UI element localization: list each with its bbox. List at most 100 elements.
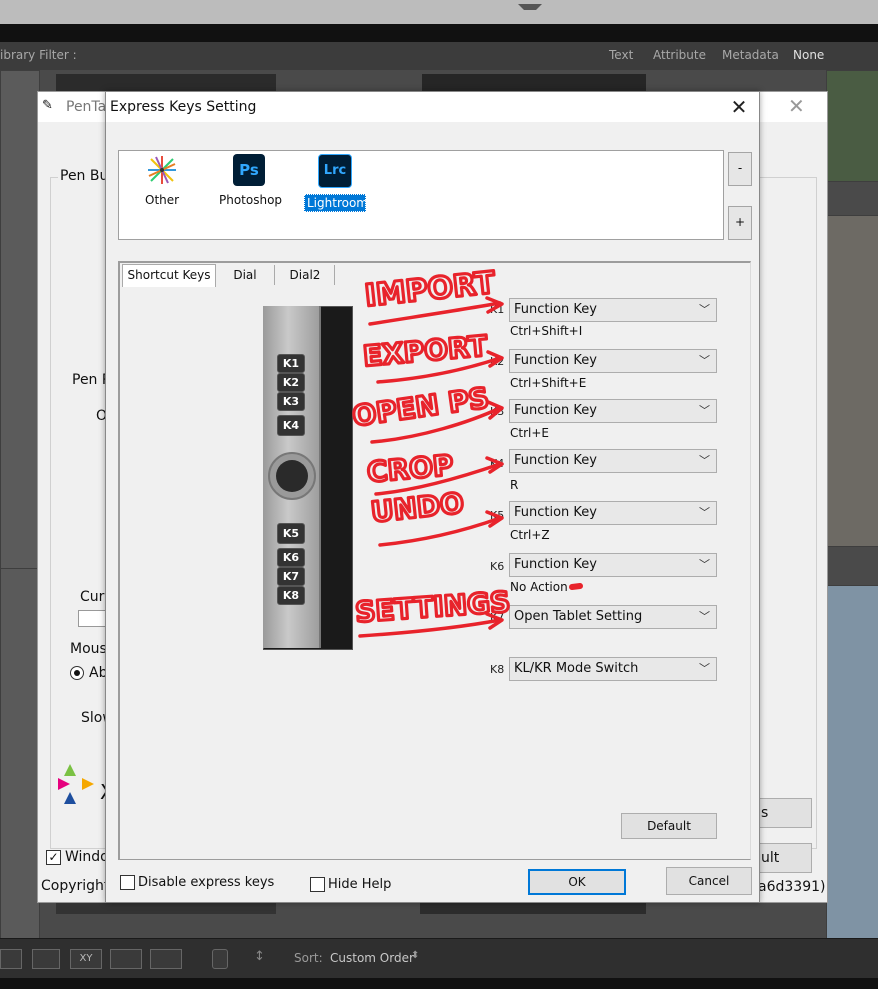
- collapse-arrow-icon[interactable]: [518, 4, 542, 10]
- device-key-k7: K7: [277, 567, 305, 586]
- pentablet-title: PenTal: [66, 99, 111, 115]
- photoshop-icon: Ps: [233, 154, 265, 186]
- lightroom-icon: Lrc: [318, 154, 352, 188]
- device-key-k6: K6: [277, 548, 305, 567]
- express-keys-dialog: Express Keys Setting ✕ Other Ps Photosho…: [105, 91, 760, 903]
- photo-thumbnail[interactable]: [826, 70, 878, 182]
- k1-shortcut: Ctrl+Shift+I: [510, 324, 583, 338]
- tab-dial2[interactable]: Dial2: [276, 265, 335, 285]
- disable-express-keys-label: Disable express keys: [138, 875, 275, 890]
- hide-help-label: Hide Help: [328, 877, 392, 892]
- photo-thumbnail[interactable]: [826, 215, 878, 547]
- grid-view-icon[interactable]: [0, 949, 22, 969]
- remove-app-button[interactable]: -: [728, 152, 752, 186]
- xppen-logo-icon: [58, 764, 94, 804]
- k4-shortcut: R: [510, 478, 519, 492]
- cancel-button[interactable]: Cancel: [666, 867, 752, 895]
- sort-chevron-icon[interactable]: ⬍: [411, 950, 419, 961]
- device-key-k5: K5: [277, 523, 305, 544]
- app-item-other[interactable]: Other: [143, 154, 181, 208]
- spray-can-icon[interactable]: [212, 949, 228, 969]
- current-input[interactable]: [78, 610, 108, 627]
- sort-direction-icon[interactable]: ↕: [254, 949, 265, 964]
- k5-shortcut: Ctrl+Z: [510, 528, 550, 542]
- tablet-device-image: K1 K2 K3 K4 K5 K6 K7 K8: [263, 306, 353, 650]
- app-item-lightroom[interactable]: Lrc Lightroom: [304, 154, 368, 212]
- pentablet-close-icon[interactable]: ✕: [788, 94, 805, 118]
- k3-action-select[interactable]: Function Key ﹀: [509, 399, 717, 423]
- ok-button[interactable]: OK: [528, 869, 626, 895]
- k6-shortcut: No Action: [510, 580, 568, 594]
- windows-ink-label: Windo: [65, 849, 109, 865]
- chevron-down-icon: ﹀: [699, 558, 710, 571]
- device-key-k1: K1: [277, 354, 305, 373]
- k4-action-select[interactable]: Function Key ﹀: [509, 449, 717, 473]
- sort-label: Sort:: [294, 951, 323, 965]
- key-label-k1: K1: [490, 303, 505, 316]
- library-filter-label: ibrary Filter :: [0, 48, 77, 62]
- filter-tab-text[interactable]: Text: [609, 48, 633, 62]
- loupe-view-icon[interactable]: [32, 949, 60, 969]
- pentablet-default-button[interactable]: ult: [758, 843, 812, 873]
- filter-tab-attribute[interactable]: Attribute: [653, 48, 706, 62]
- compare-view-icon[interactable]: XY: [70, 949, 102, 969]
- key-label-k6: K6: [490, 560, 505, 573]
- chevron-down-icon: ﹀: [699, 303, 710, 316]
- device-key-k2: K2: [277, 373, 305, 392]
- chevron-down-icon: ﹀: [699, 404, 710, 417]
- k5-action-select[interactable]: Function Key ﹀: [509, 501, 717, 525]
- lightroom-toolbar: XY ↕ Sort: Custom Order ⬍: [0, 938, 878, 979]
- k2-action-select[interactable]: Function Key ﹀: [509, 349, 717, 373]
- app-label-selected: Lightroom: [304, 194, 368, 212]
- tab-shortcut-keys[interactable]: Shortcut Keys: [122, 264, 216, 287]
- hide-help-checkbox[interactable]: [310, 877, 325, 892]
- app-label: Other: [145, 193, 180, 207]
- application-list: Other Ps Photoshop Lrc Lightroom: [118, 150, 724, 240]
- express-keys-settings-button[interactable]: s Settin: [758, 798, 812, 828]
- filter-tab-none[interactable]: None: [793, 48, 824, 62]
- k1-action-select[interactable]: Function Key ﹀: [509, 298, 717, 322]
- device-key-k8: K8: [277, 586, 305, 605]
- tab-dial[interactable]: Dial: [216, 265, 275, 285]
- lightroom-module-bar: [0, 24, 878, 42]
- mouse-mode-label: Mous: [70, 641, 107, 657]
- sort-select[interactable]: Custom Order: [330, 951, 414, 965]
- absolute-radio[interactable]: [70, 666, 84, 680]
- people-view-icon[interactable]: [150, 949, 182, 969]
- filmstrip-strip: [0, 978, 878, 989]
- device-key-k4: K4: [277, 415, 305, 436]
- k7-action-select[interactable]: Open Tablet Setting ﹀: [509, 605, 717, 629]
- add-app-button[interactable]: +: [728, 206, 752, 240]
- library-filter-bar: ibrary Filter : Text Attribute Metadata …: [0, 42, 878, 71]
- photo-thumbnail[interactable]: [826, 585, 878, 942]
- key-label-k8: K8: [490, 663, 505, 676]
- k3-shortcut: Ctrl+E: [510, 426, 549, 440]
- app-item-photoshop[interactable]: Ps Photoshop: [217, 154, 283, 208]
- chevron-down-icon: ﹀: [699, 662, 710, 675]
- key-label-k5: K5: [490, 509, 505, 522]
- k6-action-select[interactable]: Function Key ﹀: [509, 553, 717, 577]
- windows-ink-checkbox[interactable]: ✓: [46, 850, 61, 865]
- key-label-k2: K2: [490, 355, 505, 368]
- dialog-title: Express Keys Setting: [110, 99, 257, 115]
- filter-tab-metadata[interactable]: Metadata: [722, 48, 779, 62]
- chevron-down-icon: ﹀: [699, 506, 710, 519]
- chevron-down-icon: ﹀: [699, 610, 710, 623]
- key-label-k7: K7: [490, 611, 505, 624]
- grid-cell[interactable]: [0, 70, 40, 572]
- survey-view-icon[interactable]: [110, 949, 142, 969]
- lightroom-top-gap: [0, 0, 878, 24]
- disable-express-keys-checkbox[interactable]: [120, 875, 135, 890]
- default-button[interactable]: Default: [621, 813, 717, 839]
- pentablet-logo-icon: ✎: [42, 98, 53, 113]
- copyright-label: Copyright: [41, 878, 110, 894]
- device-key-k3: K3: [277, 392, 305, 411]
- app-label: Photoshop: [219, 193, 283, 207]
- chevron-down-icon: ﹀: [699, 354, 710, 367]
- chevron-down-icon: ﹀: [699, 454, 710, 467]
- close-icon[interactable]: ✕: [726, 96, 752, 118]
- k8-action-select[interactable]: KL/KR Mode Switch ﹀: [509, 657, 717, 681]
- grid-cell[interactable]: [0, 568, 40, 942]
- key-label-k4: K4: [490, 457, 505, 470]
- pen-buttons-label: Pen Bu: [58, 168, 111, 184]
